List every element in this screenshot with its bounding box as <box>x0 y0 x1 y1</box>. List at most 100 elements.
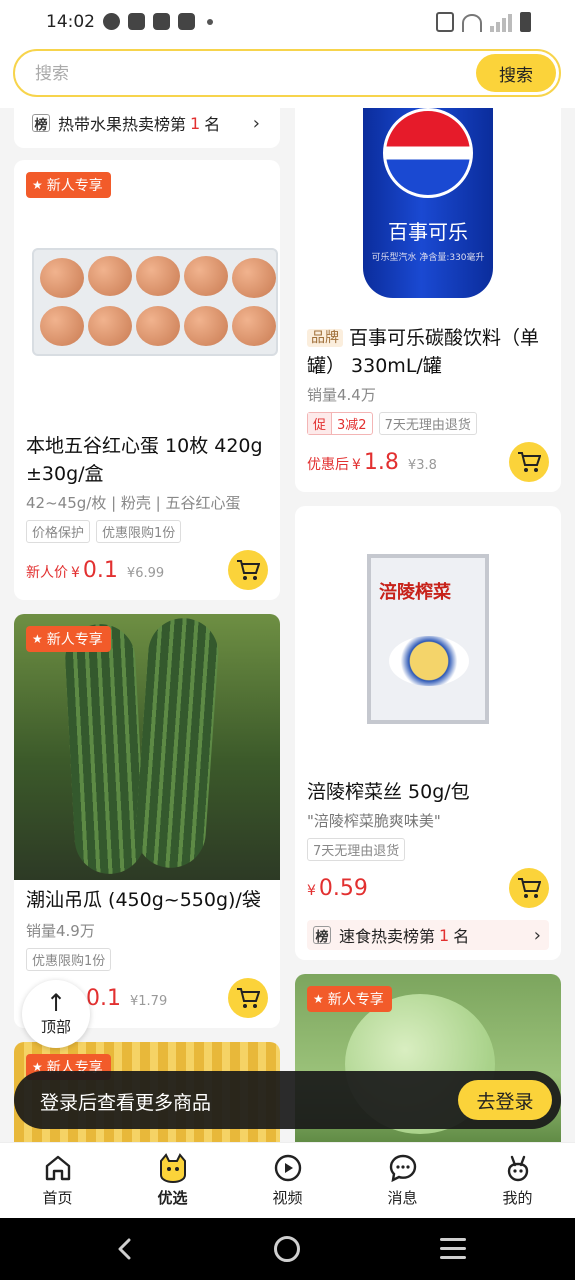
tab-label: 视频 <box>272 1189 303 1207</box>
promo-key: 促 <box>308 413 333 434</box>
rank-number: 1 <box>190 113 201 133</box>
pepsi-can: 百事可乐 可乐型汽水 净含量:330毫升 <box>363 108 493 298</box>
price: 0.1 <box>86 986 121 1011</box>
tab-label: 消息 <box>387 1189 418 1207</box>
app-notification-icon <box>103 13 120 30</box>
message-icon <box>389 1154 416 1183</box>
price-label: 新人价 <box>26 565 68 581</box>
product-card-melon[interactable]: ★ 新人专享 潮汕吊瓜 (450g~550g)/袋 销量4.9万 优惠限购1份 0… <box>14 614 280 1028</box>
profile-icon <box>507 1155 528 1182</box>
tag: 优惠限购1份 <box>26 948 112 971</box>
bag-notification-icon <box>128 13 145 30</box>
star-icon: ★ <box>32 632 43 646</box>
cart-icon <box>237 560 260 580</box>
tab-home[interactable]: 首页 <box>0 1143 115 1218</box>
tab-featured[interactable]: 优选 <box>115 1143 230 1218</box>
promo-value: 3减2 <box>337 418 367 433</box>
can-small-text: 可乐型汽水 净含量:330毫升 <box>371 253 485 263</box>
currency-symbol: ¥ <box>307 883 316 899</box>
product-image-eggs <box>32 248 278 356</box>
tag: 价格保护 <box>26 520 91 543</box>
rank-text: 速食热卖榜第 <box>339 927 436 946</box>
bag-notification-icon <box>153 13 170 30</box>
chevron-right-icon: › <box>533 924 541 946</box>
price-row: 新人价 ¥ 0.1 ¥6.99 <box>26 558 164 583</box>
status-bar: 14:02 <box>0 0 575 46</box>
more-notifications-icon <box>207 18 213 25</box>
rank-text: 热带水果热卖榜第 <box>58 115 187 134</box>
add-to-cart-button[interactable] <box>509 868 549 908</box>
wifi-icon <box>462 14 482 32</box>
battery-icon <box>520 12 531 32</box>
chevron-right-icon: › <box>252 112 260 134</box>
product-title: 涪陵榨菜丝 50g/包 <box>307 781 470 803</box>
pepsi-logo-icon <box>383 108 473 198</box>
product-card-tail[interactable]: 榜 热带水果热卖榜第 1 名 › <box>14 108 280 148</box>
signal-icon <box>490 12 512 32</box>
tag: 7天无理由退货 <box>307 838 406 861</box>
new-user-badge: ★ 新人专享 <box>307 986 392 1012</box>
tab-label: 优选 <box>157 1189 188 1207</box>
product-tags: 优惠限购1份 <box>26 948 112 971</box>
price: 0.1 <box>82 558 118 583</box>
tab-label: 首页 <box>42 1189 73 1207</box>
product-sales: 销量4.4万 <box>307 386 376 404</box>
add-to-cart-button[interactable] <box>228 550 268 590</box>
price-row: ¥ 0.59 <box>307 876 368 901</box>
product-card-eggs[interactable]: ★ 新人专享 本地五谷红心蛋 10枚 420g ±30g/盒 42~45g/枚 |… <box>14 160 280 600</box>
price-label: 优惠后 <box>307 457 349 473</box>
new-user-badge: ★ 新人专享 <box>26 172 111 198</box>
badge-label: 新人专享 <box>46 178 103 194</box>
product-spec: 42~45g/枚 | 粉壳 | 五谷红心蛋 <box>26 494 241 512</box>
bottom-tab-bar: 首页 优选 视频 消息 我的 <box>0 1142 575 1218</box>
product-card-pickle[interactable]: 涪陵榨菜 涪陵榨菜丝 50g/包 "涪陵榨菜脆爽味美" 7天无理由退货 ¥ 0.… <box>295 506 561 960</box>
pack-title: 涪陵榨菜 <box>379 582 451 603</box>
rank-number: 1 <box>439 925 450 945</box>
tab-profile[interactable]: 我的 <box>460 1143 575 1218</box>
tab-label: 我的 <box>502 1189 533 1207</box>
rank-row[interactable]: 榜 速食热卖榜第 1 名 › <box>307 920 549 950</box>
product-title: 潮汕吊瓜 (450g~550g)/袋 <box>26 889 261 911</box>
add-to-cart-button[interactable] <box>228 978 268 1018</box>
search-input[interactable] <box>35 61 455 87</box>
login-button[interactable]: 去登录 <box>458 1080 552 1120</box>
rank-row[interactable]: 榜 热带水果热卖榜第 1 名 › <box>26 108 268 138</box>
cart-icon <box>518 878 541 898</box>
add-to-cart-button[interactable] <box>509 442 549 482</box>
product-title: 本地五谷红心蛋 10枚 420g ±30g/盒 <box>26 435 263 485</box>
status-time: 14:02 <box>46 12 95 32</box>
home-nav-icon[interactable] <box>274 1236 300 1262</box>
cart-icon <box>518 452 541 472</box>
promo-tag: 促 3减2 <box>307 412 373 435</box>
product-tags: 促 3减2 7天无理由退货 <box>307 412 477 435</box>
price-row: 0.1 ¥1.79 <box>86 986 167 1011</box>
brand-tag: 品牌 <box>307 329 343 347</box>
currency-symbol: ¥ <box>71 565 80 581</box>
back-to-top-label: 顶部 <box>40 1017 71 1036</box>
system-navigation-bar <box>0 1218 575 1280</box>
system-status-icons <box>436 12 531 32</box>
notification-icons <box>103 13 213 30</box>
price: 1.8 <box>363 450 399 475</box>
search-button[interactable]: 搜索 <box>476 54 556 92</box>
rank-suffix: 名 <box>453 927 470 946</box>
badge-label: 新人专享 <box>327 992 384 1008</box>
back-icon[interactable] <box>110 1234 140 1264</box>
product-title: 品牌 百事可乐碳酸饮料（单罐） 330mL/罐 <box>307 324 551 380</box>
product-card-pepsi[interactable]: 百事可乐 可乐型汽水 净含量:330毫升 品牌 百事可乐碳酸饮料（单罐） 330m… <box>295 108 561 492</box>
login-prompt-text: 登录后查看更多商品 <box>40 1092 212 1114</box>
tab-video[interactable]: 视频 <box>230 1143 345 1218</box>
back-to-top-button[interactable]: ↑ 顶部 <box>22 980 90 1048</box>
pickle-plate <box>389 636 469 686</box>
recent-apps-icon[interactable] <box>440 1238 466 1265</box>
price-row: 优惠后 ¥ 1.8 ¥3.8 <box>307 450 437 475</box>
price: 0.59 <box>318 876 368 901</box>
original-price: ¥1.79 <box>130 994 168 1009</box>
can-text: 百事可乐 <box>388 220 468 244</box>
new-user-badge: ★ 新人专享 <box>26 626 111 652</box>
bag-notification-icon <box>178 13 195 30</box>
search-bar: 搜索 <box>13 49 561 97</box>
product-tags: 价格保护 优惠限购1份 <box>26 520 182 543</box>
tab-messages[interactable]: 消息 <box>345 1143 460 1218</box>
rank-icon: 榜 <box>32 114 50 133</box>
